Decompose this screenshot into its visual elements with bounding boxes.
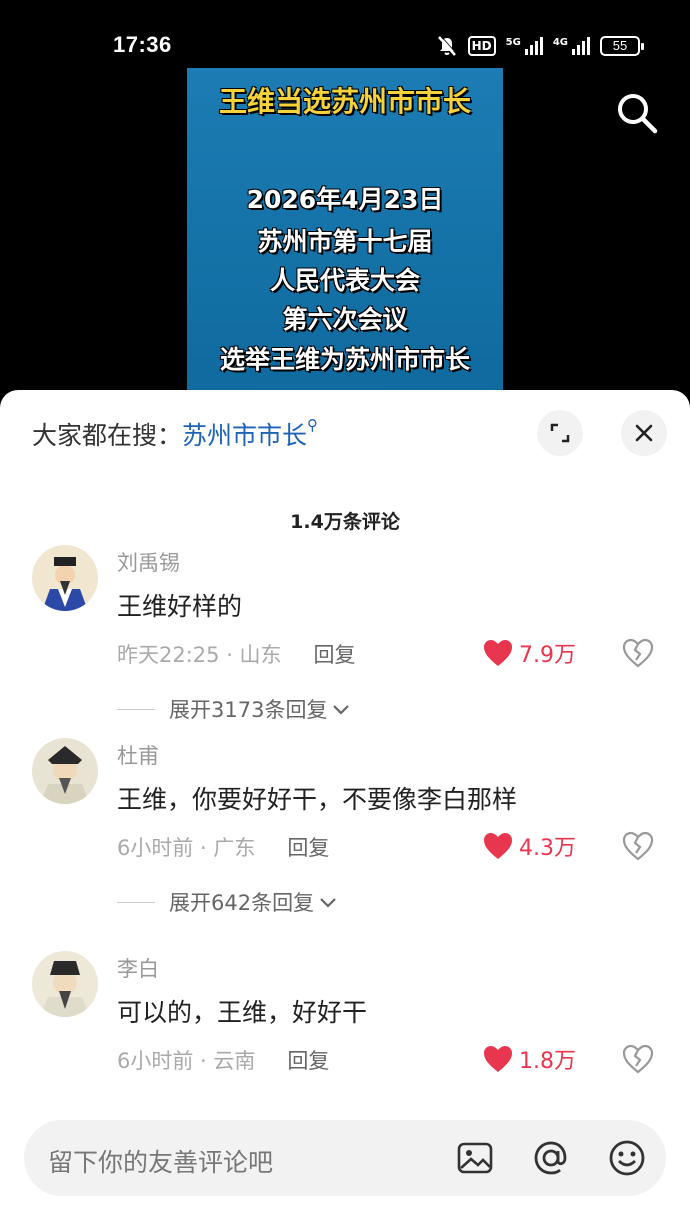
like-button[interactable]: 4.3万 — [483, 830, 576, 862]
avatar[interactable] — [32, 951, 98, 1017]
heart-icon — [484, 1046, 512, 1072]
like-count: 1.8万 — [519, 1049, 576, 1074]
expand-replies-label: 展开3173条回复 — [169, 698, 328, 722]
broken-heart-icon[interactable] — [622, 1043, 654, 1075]
reply-button[interactable]: 回复 — [287, 1045, 329, 1075]
heart-icon — [484, 833, 512, 859]
status-bar: 17:36 HD 5G 4G 55 — [0, 0, 690, 70]
expand-replies[interactable]: 展开642条回复 — [117, 887, 338, 917]
mute-icon — [437, 35, 457, 56]
emoji-icon[interactable] — [608, 1139, 646, 1177]
like-count: 4.3万 — [519, 836, 576, 861]
like-count: 7.9万 — [519, 643, 576, 668]
expand-button[interactable] — [537, 410, 583, 456]
expand-replies-label: 展开642条回复 — [169, 891, 315, 915]
broken-heart-icon[interactable] — [622, 830, 654, 862]
like-button[interactable]: 1.8万 — [483, 1043, 576, 1075]
comment-sheet: 大家都在搜：苏州市市长⚲ 1.4万条评论 刘禹锡 王维好样的 昨天22:25 ·… — [0, 390, 690, 1209]
battery-icon: 55 — [600, 36, 644, 56]
reply-button[interactable]: 回复 — [287, 832, 329, 862]
comment-input-bar[interactable]: 留下你的友善评论吧 — [24, 1120, 666, 1196]
close-icon — [635, 424, 653, 442]
search-icon: ⚲ — [307, 416, 319, 434]
comment-username[interactable]: 杜甫 — [117, 740, 159, 770]
comment-meta: 昨天22:25 · 山东 回复 — [117, 639, 356, 669]
network-label: 5G — [505, 37, 521, 48]
chevron-down-icon — [320, 898, 336, 908]
comment-username[interactable]: 刘禹锡 — [117, 547, 180, 577]
comment-count: 1.4万条评论 — [290, 511, 400, 533]
like-button[interactable]: 7.9万 — [483, 637, 576, 669]
comment-username[interactable]: 李白 — [117, 953, 159, 983]
status-icons: HD 5G 4G 55 — [436, 34, 644, 58]
signal-icon: 5G — [506, 37, 543, 55]
broken-heart-icon[interactable] — [622, 637, 654, 669]
comment-text: 王维好样的 — [117, 592, 243, 621]
comment-input[interactable]: 留下你的友善评论吧 — [48, 1143, 273, 1179]
reply-button[interactable]: 回复 — [314, 639, 356, 669]
hot-search-term[interactable]: 苏州市市长 — [182, 421, 307, 450]
close-button[interactable] — [621, 410, 667, 456]
avatar[interactable] — [32, 545, 98, 611]
image-icon[interactable] — [456, 1139, 494, 1177]
chevron-down-icon — [333, 705, 350, 715]
signal-icon: 4G — [553, 37, 590, 55]
search-icon[interactable] — [614, 90, 660, 136]
heart-icon — [484, 640, 512, 666]
status-time: 17:36 — [113, 32, 172, 57]
comment-text: 可以的，王维，好好干 — [117, 998, 368, 1027]
video-caption-line: 2026年4月23日 — [246, 185, 444, 214]
comment-time-location: 6小时前 · 广东 — [117, 836, 256, 860]
comment-meta: 6小时前 · 广东 回复 — [117, 832, 329, 862]
video-caption-line: 选举王维为苏州市市长 — [219, 345, 470, 374]
at-icon[interactable] — [532, 1139, 570, 1177]
video-caption-line: 人民代表大会 — [269, 266, 420, 295]
comment-time-location: 6小时前 · 云南 — [117, 1049, 256, 1073]
expand-replies[interactable]: 展开3173条回复 — [117, 694, 351, 724]
video-title: 王维当选苏州市市长 — [218, 85, 471, 118]
hot-search[interactable]: 大家都在搜：苏州市市长⚲ — [32, 416, 318, 452]
video-caption-line: 第六次会议 — [282, 305, 408, 334]
expand-icon — [550, 423, 570, 443]
video-player[interactable]: 王维当选苏州市市长 2026年4月23日 苏州市第十七届 人民代表大会 第六次会… — [187, 68, 503, 398]
avatar[interactable] — [32, 738, 98, 804]
comment-text: 王维，你要好好干，不要像李白那样 — [117, 785, 518, 814]
hot-search-label: 大家都在搜： — [32, 421, 183, 450]
network-label: 4G — [552, 37, 568, 48]
comment-time-location: 昨天22:25 · 山东 — [117, 643, 282, 667]
comment-meta: 6小时前 · 云南 回复 — [117, 1045, 329, 1075]
video-caption-line: 苏州市第十七届 — [257, 227, 433, 256]
hd-badge: HD — [467, 36, 496, 56]
